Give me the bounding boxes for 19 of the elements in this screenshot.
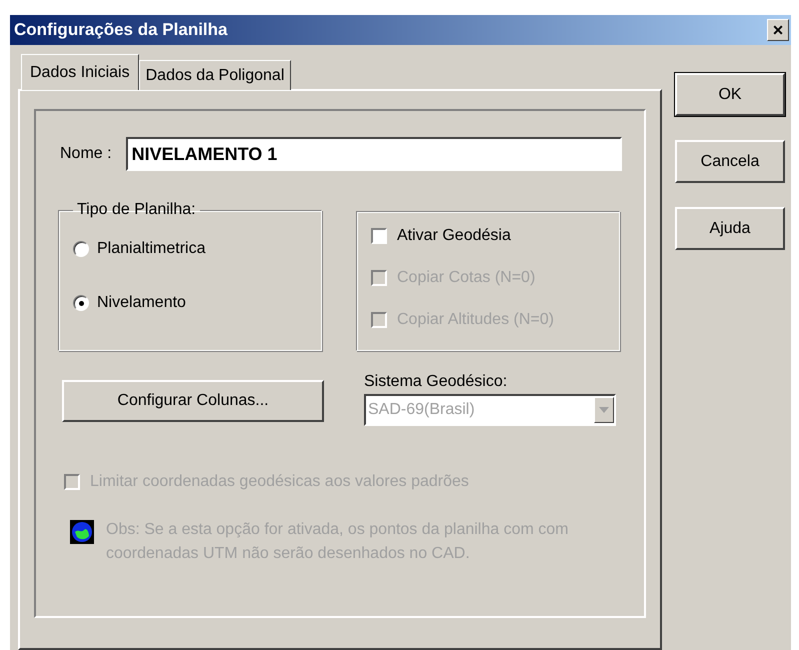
tab[interactable]: Dados Iniciais — [21, 54, 139, 90]
name-input-field[interactable]: NIVELAMENTO 1 — [126, 137, 622, 171]
geodetic-system-label: Sistema Geodésico: — [364, 373, 508, 391]
dialog-button[interactable]: Ajuda — [675, 207, 785, 250]
checkbox[interactable] — [371, 228, 387, 244]
configure-columns-button[interactable]: Configurar Colunas... — [62, 380, 324, 422]
radio-button[interactable] — [73, 241, 89, 257]
dialog-button[interactable]: Cancela — [675, 140, 785, 183]
group-legend: Tipo de Planilha: — [73, 201, 200, 219]
name-label: Nome : — [59, 145, 112, 163]
tab[interactable]: Dados da Poligonal — [138, 60, 292, 90]
option-label: Planialtimetrica — [97, 240, 206, 258]
radio-button[interactable] — [73, 295, 89, 311]
option-label: Nivelamento — [97, 294, 186, 312]
dialog-button[interactable]: OK — [675, 73, 785, 116]
window-title: Configurações da Planilha — [14, 20, 228, 40]
close-button[interactable]: × — [767, 19, 789, 41]
checkbox-label: Ativar Geodésia — [397, 227, 511, 245]
globe-icon — [70, 520, 94, 544]
